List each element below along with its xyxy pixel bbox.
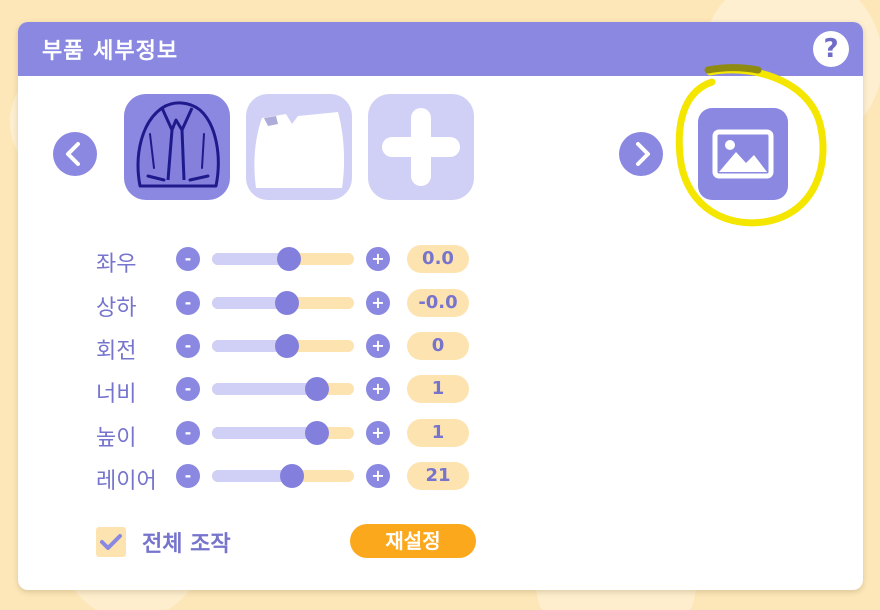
control-label: 높이 [96, 426, 137, 451]
control-label: 좌우 [96, 252, 137, 277]
chevron-right-icon [636, 142, 650, 166]
slider-thumb[interactable] [305, 421, 329, 445]
value-display: 0 [407, 332, 469, 360]
decrement-button[interactable]: - [176, 421, 200, 445]
select-all-checkbox[interactable] [96, 527, 126, 557]
add-part-button[interactable] [368, 94, 474, 200]
shirt-white-icon [254, 112, 345, 188]
decrement-button[interactable]: - [176, 291, 200, 315]
slider-thumb[interactable] [277, 247, 301, 271]
slider-track[interactable] [212, 383, 354, 395]
slider-thumb[interactable] [280, 464, 304, 488]
slider-track[interactable] [212, 427, 354, 439]
increment-button[interactable]: + [366, 377, 390, 401]
value-display: -0.0 [407, 289, 469, 317]
checkmark-icon [100, 534, 122, 550]
slider-thumb[interactable] [275, 334, 299, 358]
value-display: 1 [407, 419, 469, 447]
value-display: 0.0 [407, 245, 469, 273]
control-label: 상하 [96, 296, 137, 321]
chevron-left-icon [66, 142, 80, 166]
part-thumbnail-shirt-white[interactable] [246, 94, 352, 200]
select-all-label: 전체 조작 [142, 532, 231, 557]
control-row: 레이어 - +21 [18, 461, 863, 494]
value-display: 1 [407, 375, 469, 403]
increment-button[interactable]: + [366, 464, 390, 488]
slider-fill [212, 427, 317, 439]
decrement-button[interactable]: - [176, 247, 200, 271]
panel-title: 부품 세부정보 [42, 39, 179, 64]
shirt-front-icon [136, 101, 220, 188]
upload-image-button[interactable] [698, 108, 788, 200]
help-button[interactable]: ? [813, 31, 849, 67]
slider-thumb[interactable] [275, 291, 299, 315]
next-part-button[interactable] [619, 132, 663, 176]
control-label: 회전 [96, 339, 137, 364]
reset-button[interactable]: 재설정 [350, 524, 476, 558]
value-display: 21 [407, 462, 469, 490]
image-icon [712, 129, 774, 179]
increment-button[interactable]: + [366, 334, 390, 358]
control-row: 너비 - +1 [18, 374, 863, 407]
part-thumbnail-shirt-front[interactable] [124, 94, 230, 200]
decrement-button[interactable]: - [176, 334, 200, 358]
slider-thumb[interactable] [305, 377, 329, 401]
control-row: 회전 - +0 [18, 331, 863, 364]
control-label: 레이어 [96, 469, 157, 494]
plus-icon [382, 108, 460, 186]
decrement-button[interactable]: - [176, 377, 200, 401]
increment-button[interactable]: + [366, 247, 390, 271]
increment-button[interactable]: + [366, 421, 390, 445]
part-details-panel: 부품 세부정보 ? 좌우 - + 0.0 상하 - + -0.0 회전 - + … [18, 22, 863, 590]
control-row: 높이 - +1 [18, 418, 863, 451]
prev-part-button[interactable] [53, 132, 97, 176]
panel-header: 부품 세부정보 ? [18, 22, 863, 76]
control-row: 상하 - + -0.0 [18, 288, 863, 321]
control-label: 너비 [96, 382, 137, 407]
slider-fill [212, 383, 317, 395]
control-row: 좌우 - +0.0 [18, 244, 863, 277]
decrement-button[interactable]: - [176, 464, 200, 488]
increment-button[interactable]: + [366, 291, 390, 315]
